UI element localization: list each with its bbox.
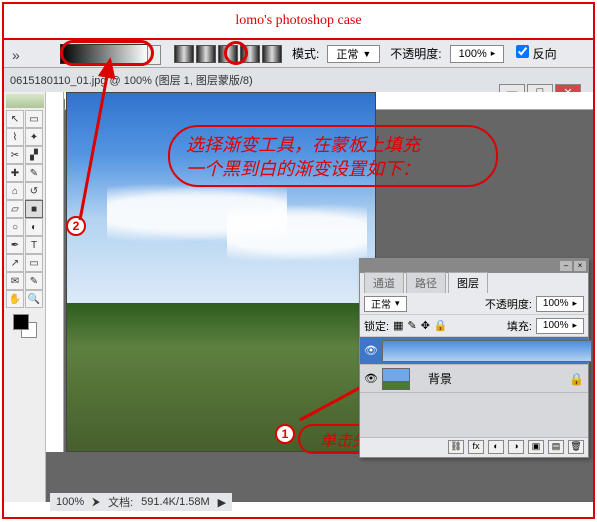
- layer-adjust-button[interactable]: ◑: [508, 440, 524, 454]
- feather-logo: [6, 94, 44, 108]
- layer-blend-mode[interactable]: 正常▾: [364, 296, 407, 312]
- history-brush-tool[interactable]: ↺: [25, 182, 43, 200]
- gradient-type-angle[interactable]: [218, 45, 238, 63]
- tab-channels[interactable]: 通道: [364, 272, 404, 293]
- doc-size-value: 591.4K/1.58M: [141, 496, 210, 508]
- panel-close[interactable]: ×: [574, 261, 586, 271]
- wand-tool[interactable]: ✦: [25, 128, 43, 146]
- layer-new-button[interactable]: ▤: [548, 440, 564, 454]
- pen-tool[interactable]: ✒: [6, 236, 24, 254]
- lock-all[interactable]: 🔒: [434, 319, 448, 332]
- gradient-preset-picker[interactable]: [60, 44, 148, 64]
- layer-link-button[interactable]: ⛓: [448, 440, 464, 454]
- layer-mask-button[interactable]: ◐: [488, 440, 504, 454]
- reverse-checkbox[interactable]: 反向: [516, 45, 556, 62]
- blur-tool[interactable]: ○: [6, 218, 24, 236]
- eyedropper-tool[interactable]: ✎: [25, 272, 43, 290]
- tab-paths[interactable]: 路径: [406, 272, 446, 293]
- fill-input[interactable]: 100%▸: [536, 318, 584, 334]
- hand-tool[interactable]: ✋: [6, 290, 24, 308]
- layer-delete-button[interactable]: 🗑: [568, 440, 584, 454]
- shape-tool[interactable]: ▭: [25, 254, 43, 272]
- lock-transparency[interactable]: ▦: [393, 319, 403, 332]
- blend-mode-select[interactable]: 正常▼: [327, 45, 380, 63]
- layer-group-button[interactable]: ▣: [528, 440, 544, 454]
- layer-name[interactable]: 背景: [428, 370, 452, 387]
- tutorial-banner: lomo's photoshop case: [4, 4, 593, 40]
- layer-row-1[interactable]: 👁 ⛓ 图层 1: [360, 337, 588, 365]
- color-swatches[interactable]: [13, 314, 37, 338]
- expand-chevrons[interactable]: »: [12, 47, 20, 63]
- ruler-vertical: [46, 92, 64, 452]
- marquee-tool[interactable]: ▭: [25, 110, 43, 128]
- step-marker-2: 2: [66, 216, 86, 236]
- layer-thumbnail[interactable]: [382, 368, 410, 390]
- annotation-instruction-1: 选择渐变工具，在蒙板上填充 一个黑到白的渐变设置如下：: [168, 125, 498, 187]
- gradient-type-reflected[interactable]: [240, 45, 260, 63]
- layer-thumbnail[interactable]: [382, 340, 592, 362]
- layer-row-bg[interactable]: 👁 背景 🔒: [360, 365, 588, 393]
- opacity-label: 不透明度:: [390, 45, 441, 62]
- tools-panel: ↖▭ ⌇✦ ✂▞ ✚✎ ⌂↺ ▱■ ○◐ ✒T ↗▭ ✉✎ ✋🔍: [4, 92, 46, 502]
- gradient-type-radial[interactable]: [196, 45, 216, 63]
- path-tool[interactable]: ↗: [6, 254, 24, 272]
- gradient-type-linear[interactable]: [174, 45, 194, 63]
- type-tool[interactable]: T: [25, 236, 43, 254]
- lock-pixels[interactable]: ✎: [407, 319, 416, 332]
- options-bar: 模式: 正常▼ 不透明度: 100%▸ 反向: [4, 40, 593, 68]
- fill-label: 填充:: [507, 318, 532, 334]
- eraser-tool[interactable]: ▱: [6, 200, 24, 218]
- step-marker-1: 1: [275, 424, 295, 444]
- visibility-toggle[interactable]: 👁: [364, 372, 378, 386]
- heal-tool[interactable]: ✚: [6, 164, 24, 182]
- layers-panel: – × 通道 路径 图层 正常▾ 不透明度: 100%▸ 锁定: ▦ ✎ ✥ 🔒…: [359, 258, 589, 458]
- lasso-tool[interactable]: ⌇: [6, 128, 24, 146]
- zoom-level[interactable]: 100%: [56, 496, 84, 508]
- layer-opacity-input[interactable]: 100%▸: [536, 296, 584, 312]
- lock-icon: 🔒: [569, 372, 584, 386]
- dodge-tool[interactable]: ◐: [25, 218, 43, 236]
- brush-tool[interactable]: ✎: [25, 164, 43, 182]
- layer-opacity-label: 不透明度:: [485, 296, 532, 312]
- lock-position[interactable]: ✥: [421, 319, 430, 332]
- mode-label: 模式:: [292, 45, 319, 62]
- opacity-input[interactable]: 100%▸: [450, 45, 505, 63]
- zoom-tool[interactable]: 🔍: [25, 290, 43, 308]
- stamp-tool[interactable]: ⌂: [6, 182, 24, 200]
- layer-fx-button[interactable]: fx: [468, 440, 484, 454]
- move-tool[interactable]: ↖: [6, 110, 24, 128]
- notes-tool[interactable]: ✉: [6, 272, 24, 290]
- cloud: [227, 203, 367, 263]
- status-bar: 100% ⮞ 文档: 591.4K/1.58M ▶: [50, 493, 232, 511]
- doc-size-label: 文档:: [108, 494, 133, 510]
- crop-tool[interactable]: ✂: [6, 146, 24, 164]
- tab-layers[interactable]: 图层: [448, 272, 488, 293]
- gradient-type-diamond[interactable]: [262, 45, 282, 63]
- panel-titlebar: – ×: [360, 259, 588, 273]
- visibility-toggle[interactable]: 👁: [364, 344, 378, 358]
- gradient-tool[interactable]: ■: [25, 200, 43, 218]
- slice-tool[interactable]: ▞: [25, 146, 43, 164]
- panel-minimize[interactable]: –: [560, 261, 572, 271]
- lock-label: 锁定:: [364, 318, 389, 334]
